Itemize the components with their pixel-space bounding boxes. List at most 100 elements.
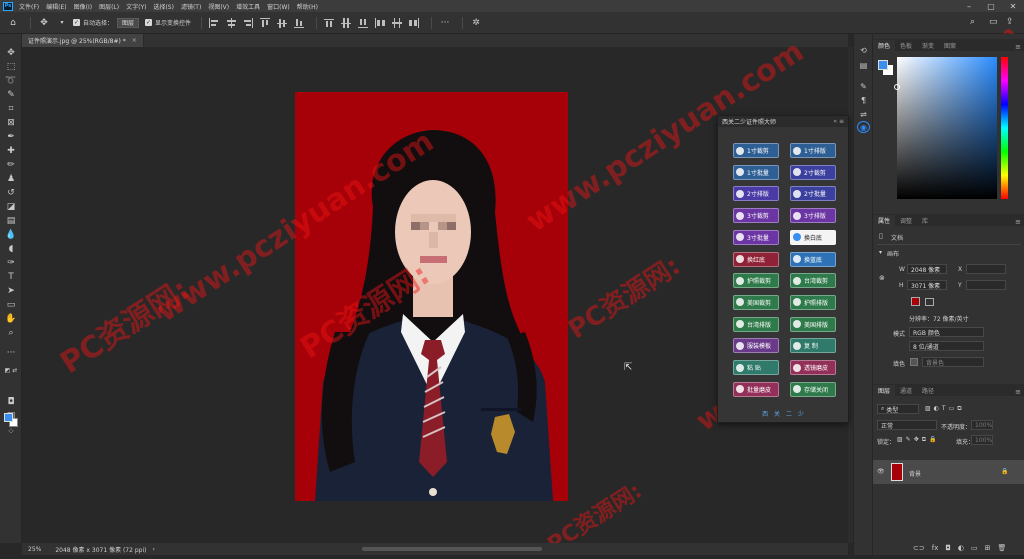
zoom-tool-icon[interactable]: ⌕ [4, 327, 18, 339]
zoom-level[interactable]: 25% [28, 546, 41, 553]
fill-dropdown[interactable]: 背景色 [922, 357, 984, 367]
auto-select-checkbox[interactable]: ✓ [73, 19, 80, 26]
blur-tool-icon[interactable]: 💧 [4, 229, 18, 241]
panel-menu-icon[interactable]: ≡ [1015, 43, 1021, 51]
plugin-button[interactable]: 2寸批量 [790, 186, 836, 202]
foreground-color-swatch[interactable] [4, 413, 13, 422]
blend-mode-dropdown[interactable]: 正常 [877, 420, 937, 430]
plugin-button[interactable]: 3寸排版 [790, 208, 836, 224]
gradient-tool-icon[interactable]: ▤ [4, 215, 18, 227]
tab-color[interactable]: 颜色 [873, 40, 896, 51]
menu-window[interactable]: 窗口(W) [267, 2, 290, 11]
path-select-tool-icon[interactable]: ➤ [4, 285, 18, 297]
opacity-field[interactable]: 100% [971, 420, 993, 430]
move-tool-icon[interactable]: ✥ [4, 47, 18, 59]
default-colors-icon[interactable]: ◩ ⇄ [4, 364, 18, 376]
clone-stamp-tool-icon[interactable]: ♟ [4, 173, 18, 185]
chevron-down-icon[interactable]: ▾ [879, 249, 882, 256]
orientation-portrait-icon[interactable] [911, 297, 920, 306]
type-tool-icon[interactable]: T [4, 271, 18, 283]
align-right-icon[interactable] [242, 17, 254, 29]
foreground-color-swatch[interactable] [878, 60, 888, 70]
plugin-button[interactable]: 换白底 [790, 229, 836, 245]
hand-tool-icon[interactable]: ✋ [4, 313, 18, 325]
plugin-button[interactable]: 换蓝底 [790, 251, 836, 267]
menu-layer[interactable]: 图层(L) [99, 2, 119, 11]
plugin-button[interactable]: 复 制 [790, 338, 836, 354]
align-bottom-icon[interactable] [293, 17, 305, 29]
add-mask-icon[interactable]: ◘ [945, 544, 951, 552]
plugin-button[interactable]: 1寸排版 [790, 143, 836, 158]
close-icon[interactable]: × [132, 37, 137, 44]
hue-slider[interactable] [1001, 57, 1008, 199]
plugin-button[interactable]: 存储关闭 [790, 381, 836, 397]
plugin-controls[interactable]: « ≡ [833, 118, 844, 125]
plugin-icon[interactable]: ◉ [857, 121, 870, 133]
fill-swatch[interactable] [910, 358, 918, 366]
layer-filter-icons[interactable]: ▨◐T▭⧉ [925, 405, 965, 413]
marquee-tool-icon[interactable]: ⬚ [4, 61, 18, 73]
bit-depth-dropdown[interactable]: 8 位/通道 [909, 341, 984, 351]
plugin-header[interactable]: 西关二少证件照大师 « ≡ [718, 116, 848, 127]
panel-menu-icon[interactable]: ≡ [1015, 218, 1021, 226]
maximize-icon[interactable]: ▢ [980, 0, 1002, 12]
lasso-tool-icon[interactable]: ➰ [4, 75, 18, 87]
quick-mask-icon[interactable]: ◘ [4, 396, 18, 408]
more-tools-icon[interactable]: ··· [4, 347, 18, 359]
adjust-icon[interactable]: ⇌ [857, 108, 870, 120]
distribute-left-icon[interactable] [374, 17, 386, 29]
plugin-button[interactable]: 换红底 [733, 251, 779, 267]
plugin-button[interactable]: 透镜磨皮 [790, 360, 836, 375]
color-picker-handle[interactable] [894, 84, 900, 90]
eyedropper-tool-icon[interactable]: ✒ [4, 131, 18, 143]
paragraph-icon[interactable]: ¶ [857, 94, 870, 106]
tab-adjustments[interactable]: 调整 [895, 215, 917, 226]
close-window-icon[interactable]: ✕ [1002, 0, 1024, 12]
new-layer-icon[interactable]: ⊞ [985, 544, 991, 552]
rectangle-tool-icon[interactable]: ▭ [4, 299, 18, 311]
tab-swatches[interactable]: 色板 [895, 40, 917, 51]
trash-icon[interactable]: 🗑 [998, 544, 1007, 552]
healing-brush-tool-icon[interactable]: ✚ [4, 145, 18, 157]
comment-icon[interactable]: ▤ [857, 59, 870, 71]
horizontal-scrollbar[interactable] [362, 547, 542, 551]
menu-select[interactable]: 选择(S) [153, 2, 174, 11]
plugin-button[interactable]: 3寸裁剪 [733, 208, 779, 224]
history-brush-tool-icon[interactable]: ↺ [4, 187, 18, 199]
panel-menu-icon[interactable]: ≡ [1015, 388, 1021, 396]
plugin-button[interactable]: 台湾排版 [733, 316, 779, 332]
crop-tool-icon[interactable]: ⌗ [4, 103, 18, 115]
plugin-button[interactable]: 粘 贴 [733, 360, 779, 375]
plugin-button[interactable]: 3寸批量 [733, 229, 779, 245]
tab-gradients[interactable]: 渐变 [917, 40, 939, 51]
color-picker-field[interactable] [894, 57, 997, 199]
distribute-right-icon[interactable] [408, 17, 420, 29]
orientation-landscape-icon[interactable] [925, 298, 934, 306]
share-icon[interactable]: ⇪ [1006, 17, 1014, 27]
plugin-button[interactable]: 护照排版 [790, 294, 836, 310]
distribute-center-icon[interactable] [391, 17, 403, 29]
quick-select-tool-icon[interactable]: ✎ [4, 89, 18, 101]
status-arrow[interactable]: › [152, 546, 154, 553]
fx-icon[interactable]: fx [932, 544, 939, 552]
tab-channels[interactable]: 通道 [895, 385, 917, 396]
tab-layers[interactable]: 图层 [873, 385, 896, 396]
plugin-button[interactable]: 2寸排版 [733, 186, 779, 202]
move-tool-icon[interactable]: ✥ [37, 16, 51, 30]
plugin-button[interactable]: 服装模板 [733, 338, 779, 354]
visibility-eye-icon[interactable]: 👁 [877, 468, 885, 475]
menu-view[interactable]: 视图(V) [208, 2, 229, 11]
tab-libraries[interactable]: 库 [917, 215, 933, 226]
document-photo[interactable] [295, 92, 568, 501]
chevron-down-icon[interactable]: ▾ [55, 16, 69, 30]
adjustment-layer-icon[interactable]: ◐ [958, 544, 964, 552]
lock-icons[interactable]: ▨✎✥⧉🔒 [897, 436, 939, 444]
plugin-button[interactable]: 护照裁剪 [733, 273, 779, 289]
plugin-button[interactable]: 1寸批量 [733, 164, 779, 180]
plugin-button[interactable]: 美国裁剪 [733, 294, 779, 310]
align-left-icon[interactable] [208, 17, 220, 29]
auto-select-dropdown[interactable]: 图层 [117, 17, 140, 28]
link-icon[interactable]: ⊗ [879, 274, 885, 282]
show-transform-checkbox[interactable]: ✓ [145, 19, 153, 26]
dodge-tool-icon[interactable]: ◖ [4, 243, 18, 255]
